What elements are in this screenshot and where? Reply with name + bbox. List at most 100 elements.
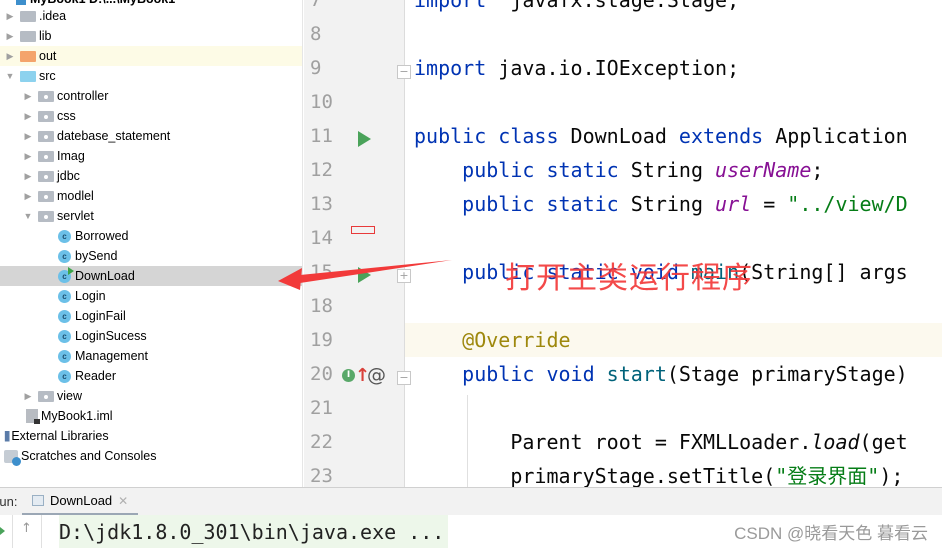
tree-item-label: LoginSucess [75,329,147,343]
code-token: public static [462,158,619,182]
folder-icon [20,30,36,42]
run-tab-label: DownLoad [50,493,113,508]
tree-item-mybook1-iml[interactable]: MyBook1.iml [0,406,302,426]
tree-item-imag[interactable]: ▶ Imag [0,146,302,166]
implements-icon[interactable]: I [342,369,355,382]
code-token: String [618,192,716,216]
code-line[interactable] [405,17,942,51]
code-line[interactable] [405,85,942,119]
tree-item-label: datebase_statement [57,129,171,143]
project-tree: MyBook1 D:\...\MyBook1 ▶.idea▶lib▶out▼sr… [0,0,303,487]
code-line[interactable]: public static String userName; [405,153,942,187]
code-line[interactable]: public static String url = "../view/D [405,187,942,221]
code-line[interactable]: public void start(Stage primaryStage) [405,357,942,391]
tree-item-external-libraries[interactable]: |||| External Libraries [0,426,302,446]
line-number: 13 [310,193,333,215]
chevron-right-icon[interactable]: ▶ [4,31,16,42]
chevron-right-icon[interactable]: ▶ [22,111,34,122]
tree-item-label: src [39,69,56,83]
indent-guide [467,395,468,487]
chevron-right-icon[interactable]: ▶ [4,51,16,62]
tree-item-label: out [39,49,57,63]
package-icon [38,130,54,142]
tree-item-label: servlet [57,209,94,223]
rerun-icon[interactable] [0,527,5,535]
chevron-right-icon[interactable]: ▶ [22,191,34,202]
tree-item-label: External Libraries [11,429,109,443]
code-line[interactable] [405,221,942,255]
tree-item-label: Login [75,289,106,303]
chevron-right-icon[interactable]: ▶ [22,391,34,402]
code-line[interactable]: import javafx.stage.Stage; [405,0,942,17]
chevron-right-icon[interactable]: ▶ [22,151,34,162]
line-number: 15 [310,261,333,283]
line-number: 19 [310,329,333,351]
toolbar-divider [12,515,13,548]
code-token: extends [678,124,764,148]
chevron-right-icon[interactable]: ▶ [22,91,34,102]
tree-item-loginfail[interactable]: c LoginFail [0,306,302,326]
line-number: 22 [310,431,333,453]
chevron-down-icon[interactable]: ▼ [4,71,16,81]
scroll-up-icon[interactable]: ↑ [21,521,32,536]
tree-item-jdbc[interactable]: ▶ jdbc [0,166,302,186]
code-token: import [414,0,487,12]
run-toolbar: ↑ [0,515,42,548]
run-tab-download[interactable]: DownLoad ✕ [22,488,139,516]
class-icon: c [58,369,71,383]
chevron-right-icon[interactable]: ▶ [4,11,16,22]
tree-item-borrowed[interactable]: c Borrowed [0,226,302,246]
code-token: (String[] args [739,260,908,284]
tree-item-idea[interactable]: ▶ .idea [0,6,302,26]
tree-item-reader[interactable]: c Reader [0,366,302,386]
tree-item-management[interactable]: c Management [0,346,302,366]
tree-item-view[interactable]: ▶ view [0,386,302,406]
tree-item-loginsucess[interactable]: c LoginSucess [0,326,302,346]
code-line[interactable]: @Override [405,323,942,357]
run-tool-window-tabs: Run: DownLoad ✕ [0,487,942,516]
tree-item-modlel[interactable]: ▶ modlel [0,186,302,206]
tree-item-datebase-statement[interactable]: ▶ datebase_statement [0,126,302,146]
tree-item-label: view [57,389,83,403]
tree-item-src[interactable]: ▼ src [0,66,302,86]
run-main-icon[interactable] [358,267,371,283]
package-icon [38,150,54,162]
code-token: javafx.stage.Stage; [486,0,740,12]
code-editor[interactable]: import javafx.stage.Stage; import java.io… [405,0,942,487]
code-line[interactable]: import java.io.IOException; [405,51,942,85]
tree-item-label: Borrowed [75,229,129,243]
code-line[interactable]: primaryStage.setTitle("登录界面"); [405,459,942,487]
code-line[interactable] [405,391,942,425]
class-icon: c [58,349,71,363]
tree-item-label: css [57,109,76,123]
tree-item-download[interactable]: c DownLoad [0,266,302,286]
tree-item-label: modlel [57,189,94,203]
tree-item-scratches-and-consoles[interactable]: Scratches and Consoles [0,446,302,466]
code-line[interactable]: Parent root = FXMLLoader.load(get [405,425,942,459]
tree-item-out[interactable]: ▶ out [0,46,302,66]
code-token: ; [811,158,824,182]
code-token: = [751,192,788,216]
chevron-down-icon[interactable]: ▼ [22,211,34,221]
code-token: url [715,192,752,216]
chevron-right-icon[interactable]: ▶ [22,171,34,182]
folder-icon [20,10,36,22]
run-class-icon[interactable] [358,131,371,147]
tree-item-login[interactable]: c Login [0,286,302,306]
tree-item-bysend[interactable]: c bySend [0,246,302,266]
run-console: ↑ D:\jdk1.8.0_301\bin\java.exe ... CSDN … [0,515,942,548]
tree-item-controller[interactable]: ▶ controller [0,86,302,106]
tree-item-servlet[interactable]: ▼ servlet [0,206,302,226]
code-token: public static [462,192,619,216]
tree-item-lib[interactable]: ▶ lib [0,26,302,46]
code-line[interactable]: public class DownLoad extends Applicatio… [405,119,942,153]
close-icon[interactable]: ✕ [118,494,128,508]
tree-item-css[interactable]: ▶ css [0,106,302,126]
line-number: 18 [310,295,333,317]
folder-icon [20,50,36,62]
runnable-class-icon: c [58,266,74,283]
chevron-right-icon[interactable]: ▶ [22,131,34,142]
